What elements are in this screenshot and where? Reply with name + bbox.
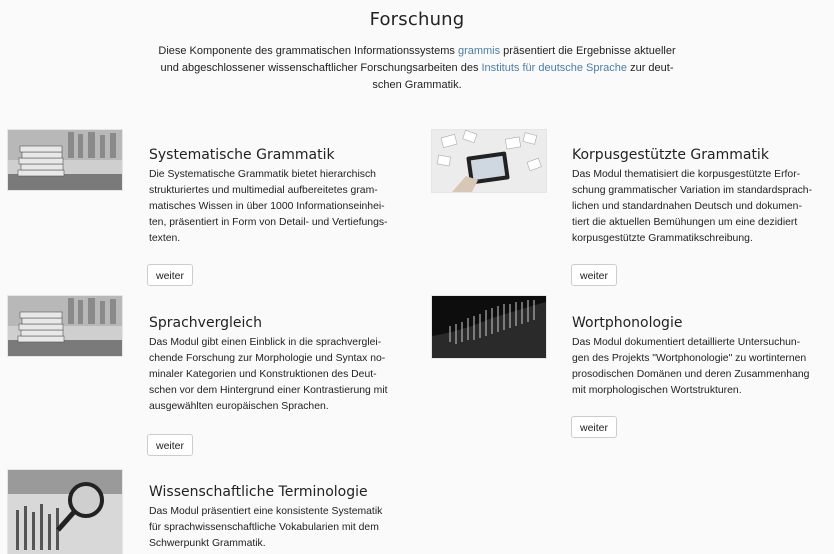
ids-link[interactable]: Instituts für deutsche Sprache xyxy=(482,62,628,74)
weiter-button[interactable]: weiter xyxy=(147,434,194,456)
card-title: Sprachvergleich xyxy=(149,315,262,331)
books-image[interactable] xyxy=(8,130,122,190)
magnifier-image[interactable] xyxy=(8,470,122,554)
card-title: Korpusgestützte Grammatik xyxy=(572,147,769,163)
card-title: Systematische Grammatik xyxy=(149,147,335,163)
tablet-documents-image[interactable] xyxy=(432,130,546,192)
weiter-button[interactable]: weiter xyxy=(147,264,194,286)
weiter-button[interactable]: weiter xyxy=(571,416,618,438)
grammis-link[interactable]: grammis xyxy=(458,45,500,57)
waveform-image[interactable] xyxy=(432,296,546,358)
card-description: Das Modul präsentiert eine konsistente S… xyxy=(149,506,383,549)
books-image[interactable] xyxy=(8,296,122,356)
intro-text: Diese Komponente des grammatischen Infor… xyxy=(158,45,676,91)
card-title: Wortphonologie xyxy=(572,315,683,331)
card-description: Das Modul gibt einen Einblick in die spr… xyxy=(149,337,388,412)
card-description: Das Modul dokumentiert detaillierte Unte… xyxy=(572,337,810,396)
weiter-button[interactable]: weiter xyxy=(571,264,618,286)
page-title: Forschung xyxy=(369,9,465,30)
card-description: Die Systematische Grammatik bietet hiera… xyxy=(149,169,388,244)
card-title: Wissenschaftliche Terminologie xyxy=(149,484,368,500)
card-description: Das Modul thematisiert die korpusgestütz… xyxy=(572,169,813,244)
